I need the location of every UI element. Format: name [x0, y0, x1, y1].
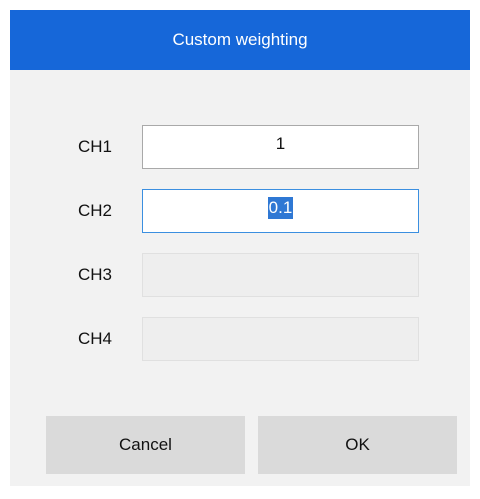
ch2-weight-value: 0.1	[267, 197, 294, 219]
ch3-label: CH3	[78, 265, 113, 284]
ch1-weight-value: 1	[275, 134, 286, 153]
ch4-label: CH4	[78, 329, 113, 348]
channel-row-ch3: CH3	[10, 251, 470, 299]
ch2-label: CH2	[78, 201, 113, 220]
ok-button[interactable]: OK	[258, 416, 457, 474]
cancel-button[interactable]: Cancel	[46, 416, 245, 474]
channel-row-ch2: CH2 0.1	[10, 187, 470, 235]
dialog-title: Custom weighting	[172, 30, 308, 49]
ch1-weight-input[interactable]: 1	[142, 125, 419, 169]
ch1-label: CH1	[78, 137, 113, 156]
channel-row-ch4: CH4	[10, 315, 470, 363]
dialog-title-bar: Custom weighting	[10, 10, 470, 70]
channel-row-ch1: CH1 1	[10, 123, 470, 171]
ch2-weight-input[interactable]: 0.1	[142, 189, 419, 233]
ch3-weight-input	[142, 253, 419, 297]
ch4-weight-input	[142, 317, 419, 361]
custom-weighting-dialog: Custom weighting CH1 1 CH2 0.1 CH3 CH4 C…	[10, 10, 470, 486]
